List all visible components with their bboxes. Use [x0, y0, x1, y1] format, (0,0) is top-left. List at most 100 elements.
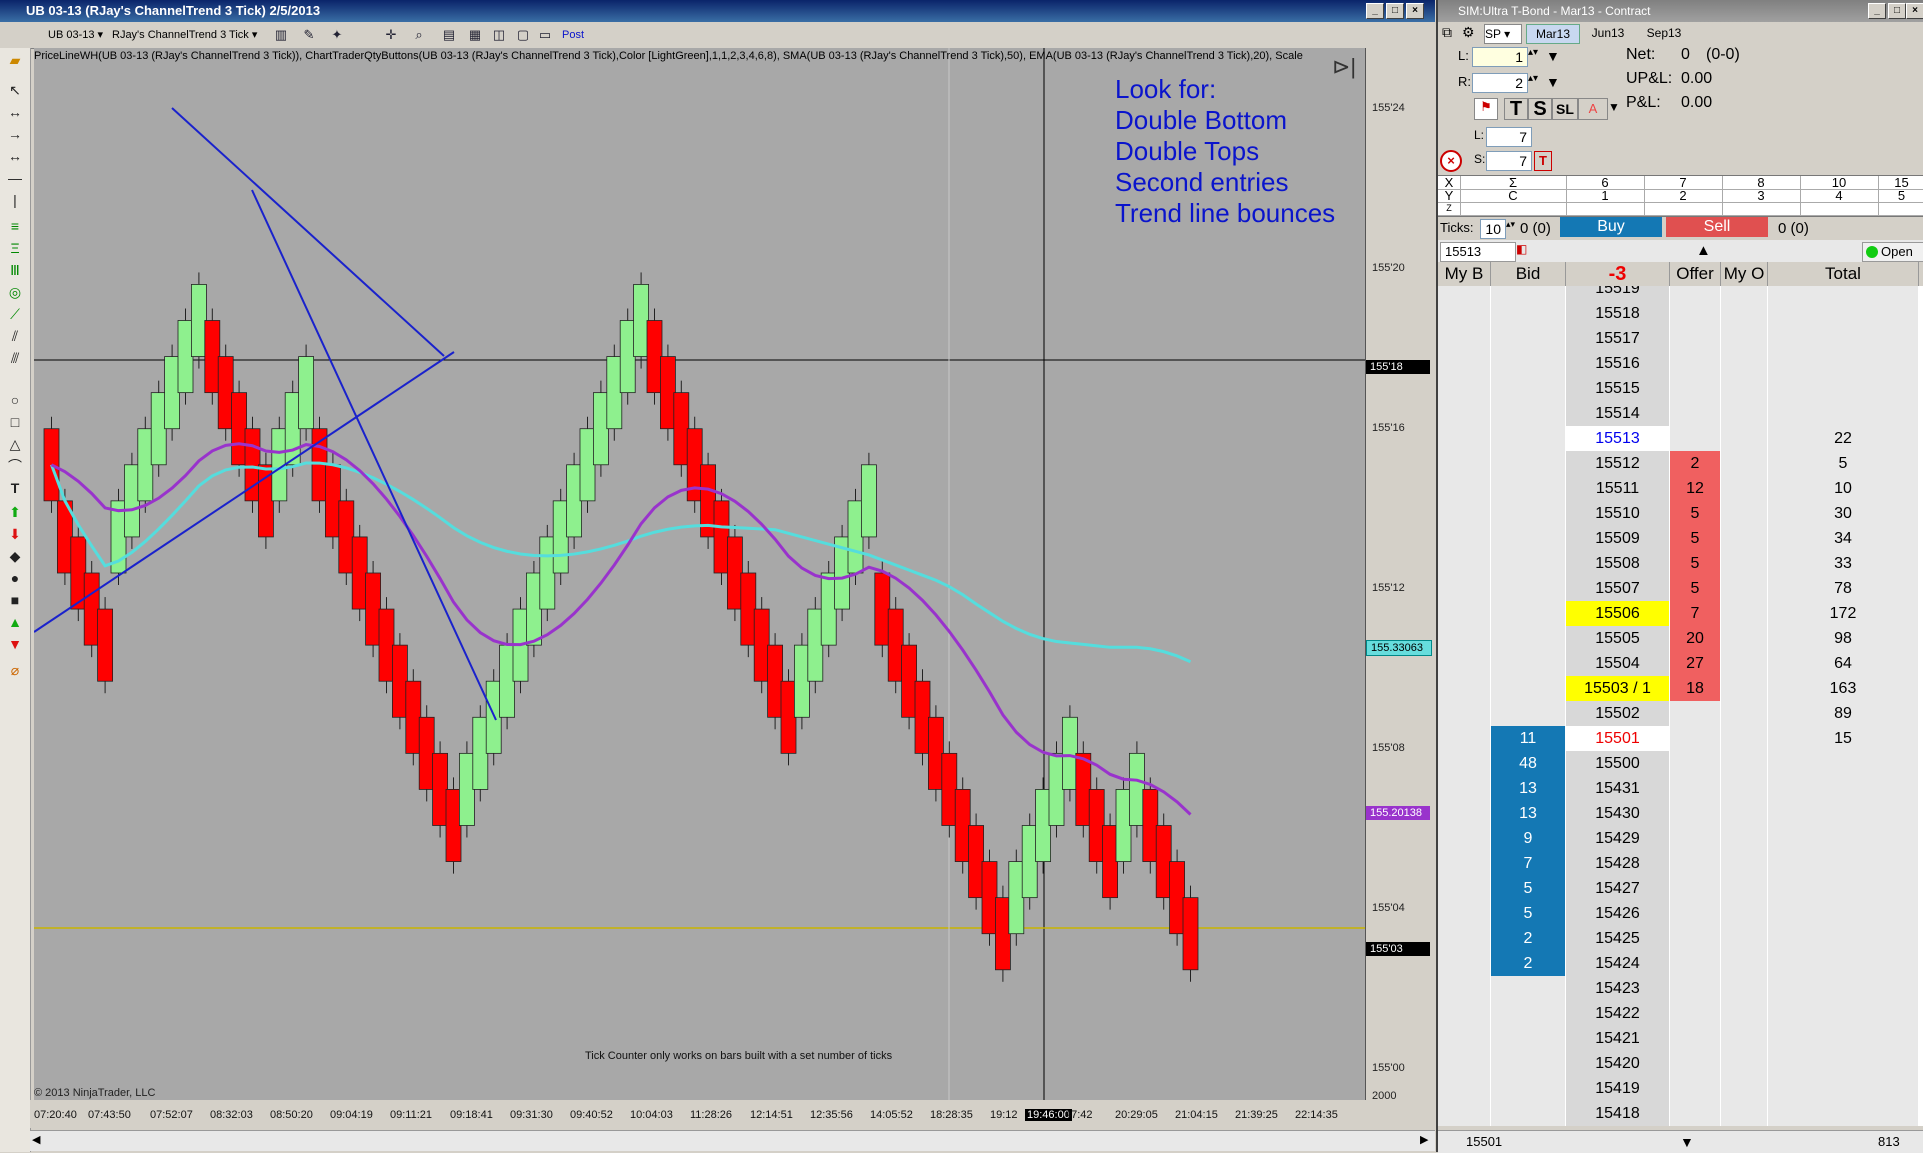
my-offer-cell[interactable]: [1721, 501, 1767, 527]
my-offer-cell[interactable]: [1721, 951, 1767, 977]
total-cell[interactable]: [1768, 926, 1918, 952]
total-cell[interactable]: [1768, 376, 1918, 402]
price-cell[interactable]: 15510: [1566, 501, 1669, 527]
offer-cell[interactable]: [1670, 701, 1720, 727]
bid-cell[interactable]: [1491, 701, 1565, 727]
bid-cell[interactable]: 5: [1491, 901, 1565, 927]
ladder-row[interactable]: 15510 5 30: [1438, 501, 1923, 527]
triangle-down-icon[interactable]: ▼: [6, 634, 24, 654]
my-bid-cell[interactable]: [1438, 351, 1490, 377]
offer-cell[interactable]: 12: [1670, 476, 1720, 502]
ladder-row[interactable]: 13 15431: [1438, 776, 1923, 802]
ladder-row[interactable]: 15509 5 34: [1438, 526, 1923, 552]
my-offer-cell[interactable]: [1721, 651, 1767, 677]
total-cell[interactable]: [1768, 876, 1918, 902]
fib-fan-icon[interactable]: ⟋: [6, 304, 24, 324]
total-cell[interactable]: 78: [1768, 576, 1918, 602]
offer-cell[interactable]: [1670, 426, 1720, 452]
offer-cell[interactable]: 18: [1670, 676, 1720, 702]
total-cell[interactable]: [1768, 976, 1918, 1002]
price-cell[interactable]: 15423: [1566, 976, 1669, 1002]
my-offer-cell[interactable]: [1721, 776, 1767, 802]
ladder-row[interactable]: 15508 5 33: [1438, 551, 1923, 577]
my-bid-cell[interactable]: [1438, 701, 1490, 727]
my-offer-cell[interactable]: [1721, 476, 1767, 502]
horizontal-line-icon[interactable]: —: [6, 168, 24, 188]
offer-cell[interactable]: [1670, 726, 1720, 752]
my-offer-cell[interactable]: [1721, 526, 1767, 552]
price-cell[interactable]: 15511: [1566, 476, 1669, 502]
flag-icon[interactable]: ◧: [1516, 242, 1534, 260]
ticks-spinner[interactable]: ▴▾: [1506, 219, 1515, 230]
offer-cell[interactable]: [1670, 801, 1720, 827]
bid-cell[interactable]: [1491, 286, 1565, 302]
offer-cell[interactable]: [1670, 976, 1720, 1002]
my-bid-cell[interactable]: [1438, 576, 1490, 602]
offer-cell[interactable]: [1670, 1001, 1720, 1027]
bid-cell[interactable]: 5: [1491, 876, 1565, 902]
offer-cell[interactable]: [1670, 401, 1720, 427]
price-cell[interactable]: 15424: [1566, 951, 1669, 977]
total-cell[interactable]: 172: [1768, 601, 1918, 627]
bid-cell[interactable]: [1491, 1076, 1565, 1102]
price-cell[interactable]: 15518: [1566, 301, 1669, 327]
my-bid-cell[interactable]: [1438, 651, 1490, 677]
stop-loss-button[interactable]: SL: [1552, 98, 1578, 120]
price-cell[interactable]: 15502: [1566, 701, 1669, 727]
ladder-row[interactable]: 15420: [1438, 1051, 1923, 1077]
time-axis[interactable]: 07:20:40 07:43:50 07:52:07 08:32:03 08:50:20…: [30, 1100, 1365, 1128]
price-cell[interactable]: 15501: [1566, 726, 1669, 752]
bid-cell[interactable]: 2: [1491, 926, 1565, 952]
bid-cell[interactable]: 2: [1491, 951, 1565, 977]
maximize-button[interactable]: □: [1386, 3, 1404, 19]
bartype-selector[interactable]: RJay's ChannelTrend 3 Tick ▾: [112, 26, 257, 44]
qty-cell[interactable]: 4: [1800, 189, 1879, 203]
my-bid-cell[interactable]: [1438, 801, 1490, 827]
fib-extension-icon[interactable]: Ξ: [6, 238, 24, 258]
triangle-up-icon[interactable]: ▲: [6, 612, 24, 632]
gann-icon[interactable]: ⫻: [6, 348, 24, 368]
s-input[interactable]: 7: [1486, 151, 1532, 171]
close-button[interactable]: ×: [1406, 3, 1424, 19]
ladder-row[interactable]: 15513 22: [1438, 426, 1923, 452]
bid-cell[interactable]: 48: [1491, 751, 1565, 777]
total-cell[interactable]: [1768, 751, 1918, 777]
price-cell[interactable]: 15420: [1566, 1051, 1669, 1077]
price-cell[interactable]: 15515: [1566, 376, 1669, 402]
offer-cell[interactable]: [1670, 351, 1720, 377]
my-bid-cell[interactable]: [1438, 1001, 1490, 1027]
offer-cell[interactable]: 7: [1670, 601, 1720, 627]
my-offer-cell[interactable]: [1721, 826, 1767, 852]
total-cell[interactable]: [1768, 776, 1918, 802]
total-cell[interactable]: 89: [1768, 701, 1918, 727]
price-input[interactable]: 15513: [1440, 242, 1516, 262]
price-cell[interactable]: 15517: [1566, 326, 1669, 352]
total-cell[interactable]: 15: [1768, 726, 1918, 752]
l2-input[interactable]: 7: [1486, 127, 1532, 147]
bid-cell[interactable]: [1491, 601, 1565, 627]
total-cell[interactable]: 98: [1768, 626, 1918, 652]
total-cell[interactable]: 33: [1768, 551, 1918, 577]
my-offer-cell[interactable]: [1721, 551, 1767, 577]
offer-cell[interactable]: [1670, 301, 1720, 327]
bid-cell[interactable]: 13: [1491, 801, 1565, 827]
total-cell[interactable]: [1768, 1026, 1918, 1052]
diamond-icon[interactable]: ◆: [6, 546, 24, 566]
bid-cell[interactable]: [1491, 676, 1565, 702]
my-bid-cell[interactable]: [1438, 826, 1490, 852]
strategy-icon[interactable]: ▢: [514, 26, 532, 44]
my-bid-cell[interactable]: [1438, 551, 1490, 577]
my-offer-cell[interactable]: [1721, 326, 1767, 352]
my-offer-cell[interactable]: [1721, 801, 1767, 827]
bid-cell[interactable]: [1491, 451, 1565, 477]
offer-cell[interactable]: [1670, 376, 1720, 402]
ladder-row[interactable]: 15505 20 98: [1438, 626, 1923, 652]
price-cell[interactable]: 15514: [1566, 401, 1669, 427]
my-offer-cell[interactable]: [1721, 426, 1767, 452]
zoom-icon[interactable]: ⌕: [410, 26, 428, 44]
ladder-row[interactable]: 15518: [1438, 301, 1923, 327]
my-bid-cell[interactable]: [1438, 476, 1490, 502]
ladder-row[interactable]: 2 15424: [1438, 951, 1923, 977]
my-bid-cell[interactable]: [1438, 601, 1490, 627]
cancel-all-icon[interactable]: ×: [1440, 150, 1462, 172]
